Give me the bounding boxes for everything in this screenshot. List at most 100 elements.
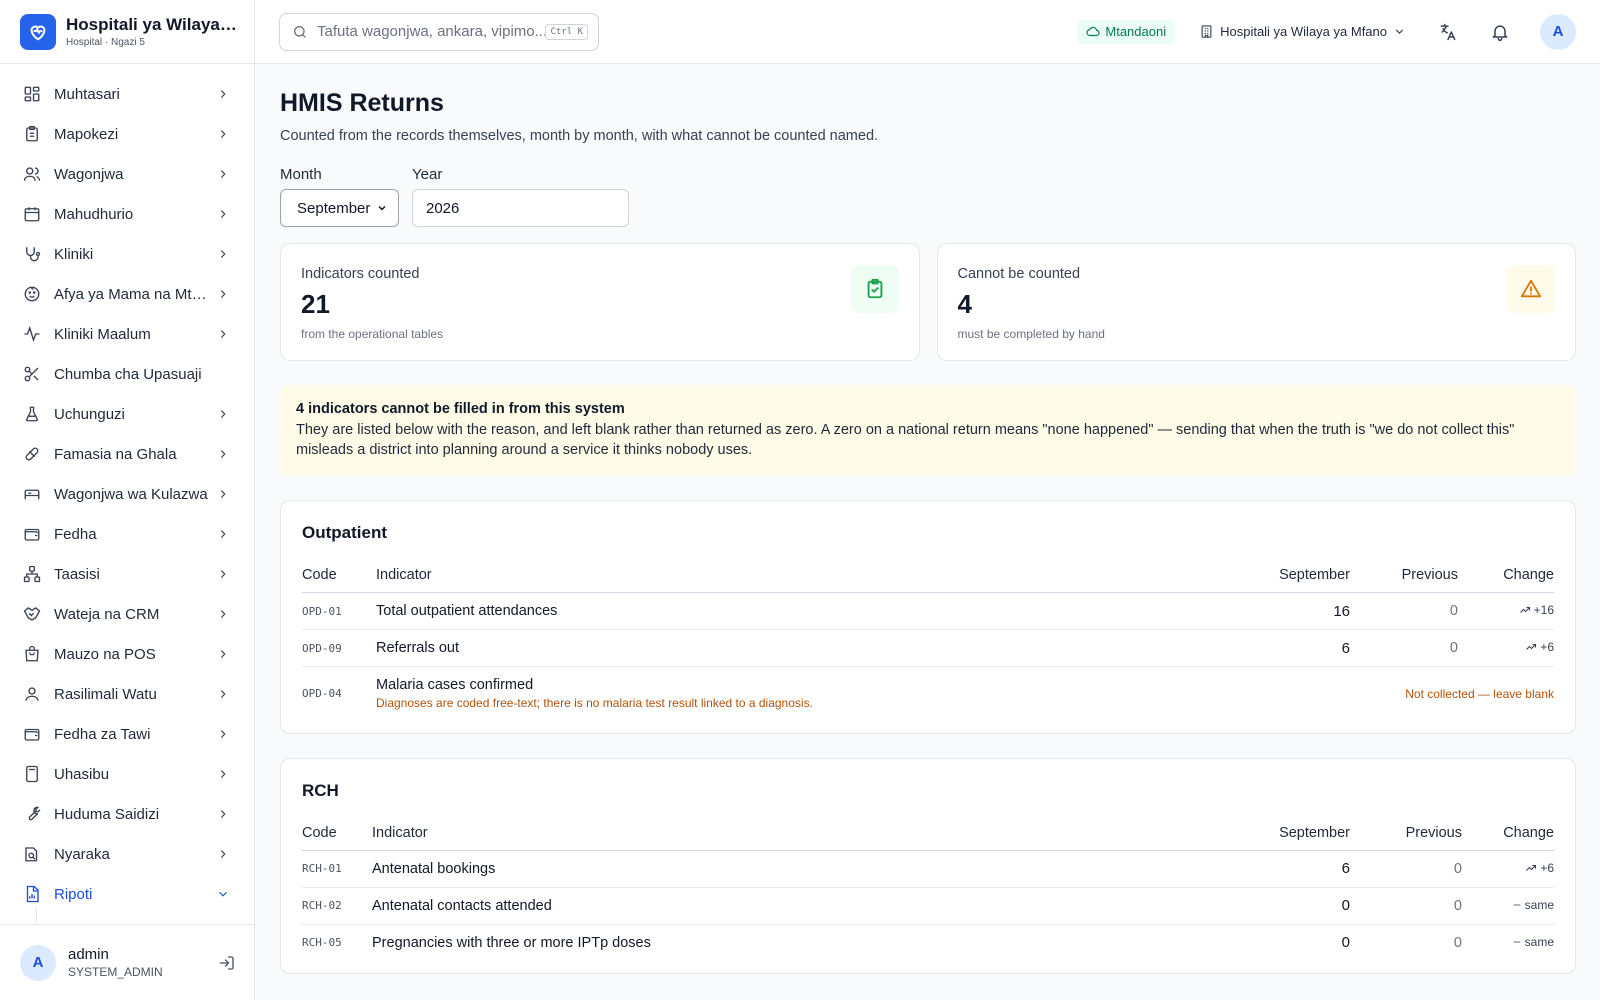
stat-value: 21 bbox=[301, 289, 330, 319]
column-header-change: Change bbox=[1458, 567, 1554, 593]
not-collected-status: Not collected — leave blank bbox=[1405, 686, 1554, 701]
handshake-icon bbox=[23, 607, 41, 621]
warning-body: They are listed below with the reason, a… bbox=[296, 422, 1515, 458]
submenu-divider bbox=[36, 908, 37, 922]
indicator-code: RCH-02 bbox=[302, 887, 372, 925]
previous-value: 0 bbox=[1350, 592, 1458, 630]
sidebar-item-label: Wateja na CRM bbox=[54, 605, 160, 623]
clipboard-icon bbox=[26, 125, 38, 142]
sidebar-item-famasia-ghala[interactable]: Famasia na Ghala bbox=[0, 434, 254, 474]
wallet-icon bbox=[24, 528, 40, 541]
brand[interactable]: Hospitali ya Wilaya ya Mfano Hospital · … bbox=[0, 0, 254, 64]
section-title: RCH bbox=[302, 780, 339, 800]
baby-icon bbox=[24, 286, 40, 302]
month-value: September bbox=[297, 199, 371, 217]
change-cell: +6 bbox=[1462, 850, 1554, 888]
bell-icon[interactable] bbox=[1490, 22, 1510, 42]
sidebar-item-kliniki[interactable]: Kliniki bbox=[0, 234, 254, 274]
warning-title: 4 indicators cannot be filled in from th… bbox=[296, 401, 625, 417]
sidebar-item-label: Uhasibu bbox=[54, 765, 110, 783]
sidebar-item-uhasibu[interactable]: Uhasibu bbox=[0, 754, 254, 794]
sidebar-item-afya-mama-mtoto[interactable]: Afya ya Mama na Mtoto bbox=[0, 274, 254, 314]
column-header-indicator: Indicator bbox=[372, 824, 1190, 851]
sidebar-item-wagonjwa-kulazwa[interactable]: Wagonjwa wa Kulazwa bbox=[0, 474, 254, 514]
sidebar-item-mauzo-pos[interactable]: Mauzo na POS bbox=[0, 634, 254, 674]
sidebar-nav: Muhtasari Mapokezi Wagonjwa Mahudhurio K… bbox=[0, 64, 254, 914]
avatar[interactable]: A bbox=[20, 944, 56, 981]
chevron-right-icon bbox=[220, 170, 226, 178]
change-value: same bbox=[1524, 935, 1554, 950]
section-title: Outpatient bbox=[302, 523, 387, 542]
column-header-current: September bbox=[1200, 567, 1350, 593]
sidebar-item-label: Kliniki Maalum bbox=[54, 325, 151, 343]
sidebar-item-fedha[interactable]: Fedha bbox=[0, 514, 254, 554]
sidebar-item-label: Afya ya Mama na Mtoto bbox=[54, 285, 210, 303]
current-value: 6 bbox=[1200, 629, 1350, 667]
sidebar-item-fedha-tawi[interactable]: Fedha za Tawi bbox=[0, 714, 254, 754]
language-icon[interactable] bbox=[1438, 22, 1458, 42]
network-icon bbox=[23, 565, 41, 583]
sidebar-item-label: Fedha bbox=[54, 525, 97, 543]
sidebar-item-rasilimali-watu[interactable]: Rasilimali Watu bbox=[0, 674, 254, 714]
facility-name: Hospitali ya Wilaya ya Mfano bbox=[1220, 24, 1387, 39]
logout-icon[interactable] bbox=[218, 954, 236, 972]
topbar: Tafuta wagonjwa, ankara, vipimo... Ctrl … bbox=[255, 0, 1600, 64]
filters: Month September Year 2026 bbox=[280, 166, 1576, 227]
search-input[interactable]: Tafuta wagonjwa, ankara, vipimo... Ctrl … bbox=[279, 12, 599, 51]
chevron-right-icon bbox=[220, 570, 226, 578]
sidebar-item-label: Huduma Saidizi bbox=[54, 805, 160, 823]
facility-selector[interactable]: Hospitali ya Wilaya ya Mfano bbox=[1199, 24, 1406, 39]
sidebar-item-label: Fedha za Tawi bbox=[54, 725, 151, 743]
change-cell: same bbox=[1462, 924, 1554, 961]
month-select[interactable]: September bbox=[280, 189, 399, 227]
avatar[interactable]: A bbox=[1540, 13, 1576, 50]
sidebar-item-nyaraka[interactable]: Nyaraka bbox=[0, 834, 254, 874]
indicator-name: Malaria cases confirmed bbox=[376, 677, 534, 694]
sidebar-item-ripoti[interactable]: Ripoti bbox=[0, 874, 254, 914]
chevron-right-icon bbox=[220, 730, 226, 738]
stat-note: must be completed by hand bbox=[957, 327, 1105, 341]
sidebar-item-wagonjwa[interactable]: Wagonjwa bbox=[0, 154, 254, 194]
main-content: HMIS Returns Counted from the records th… bbox=[280, 64, 1576, 974]
indicator-name: Referrals out bbox=[376, 629, 1200, 667]
rch-table: Code Indicator September Previous Change… bbox=[302, 824, 1554, 962]
brand-title: Hospitali ya Wilaya ya Mfano bbox=[66, 15, 238, 34]
column-header-current: September bbox=[1190, 824, 1350, 851]
outpatient-section: Outpatient Code Indicator September Prev… bbox=[280, 500, 1576, 734]
sidebar-item-wateja-crm[interactable]: Wateja na CRM bbox=[0, 594, 254, 634]
sidebar-item-mapokezi[interactable]: Mapokezi bbox=[0, 114, 254, 154]
year-input[interactable]: 2026 bbox=[412, 189, 629, 227]
user-icon bbox=[25, 687, 39, 701]
trend-up-icon bbox=[1519, 606, 1530, 613]
sidebar-item-label: Chumba cha Upasuaji bbox=[54, 365, 202, 383]
stat-note: from the operational tables bbox=[301, 327, 444, 341]
sidebar-item-label: Uchunguzi bbox=[54, 405, 125, 423]
wrench-icon bbox=[28, 806, 41, 821]
sidebar-item-mahudhurio[interactable]: Mahudhurio bbox=[0, 194, 254, 234]
building-icon bbox=[1201, 25, 1212, 38]
calculator-icon bbox=[26, 765, 38, 783]
sidebar-item-uchunguzi[interactable]: Uchunguzi bbox=[0, 394, 254, 434]
users-icon bbox=[23, 167, 41, 181]
rch-section: RCH Code Indicator September Previous Ch… bbox=[280, 757, 1576, 974]
stat-value: 4 bbox=[957, 289, 972, 319]
sidebar-item-label: Mahudhurio bbox=[54, 205, 134, 223]
sidebar-item-taasisi[interactable]: Taasisi bbox=[0, 554, 254, 594]
chevron-right-icon bbox=[220, 450, 226, 458]
wallet-icon bbox=[24, 728, 40, 741]
sidebar-item-huduma-saidizi[interactable]: Huduma Saidizi bbox=[0, 794, 254, 834]
change-cell: +6 bbox=[1458, 629, 1554, 667]
year-label: Year bbox=[412, 166, 443, 183]
report-icon bbox=[26, 885, 39, 903]
stat-card-uncounted: Cannot be counted 4 must be completed by… bbox=[936, 243, 1576, 361]
sidebar: Hospitali ya Wilaya ya Mfano Hospital · … bbox=[0, 0, 255, 1000]
user-name: admin bbox=[68, 946, 109, 963]
sidebar-item-label: Wagonjwa bbox=[54, 165, 124, 183]
sidebar-item-muhtasari[interactable]: Muhtasari bbox=[0, 74, 254, 114]
sidebar-item-chumba-upasuaji[interactable]: Chumba cha Upasuaji bbox=[0, 354, 254, 394]
indicator-name: Total outpatient attendances bbox=[376, 592, 1200, 630]
clipboard-check-icon bbox=[850, 265, 899, 313]
chevron-right-icon bbox=[220, 290, 226, 298]
sidebar-item-kliniki-maalum[interactable]: Kliniki Maalum bbox=[0, 314, 254, 354]
search-icon bbox=[294, 25, 306, 38]
